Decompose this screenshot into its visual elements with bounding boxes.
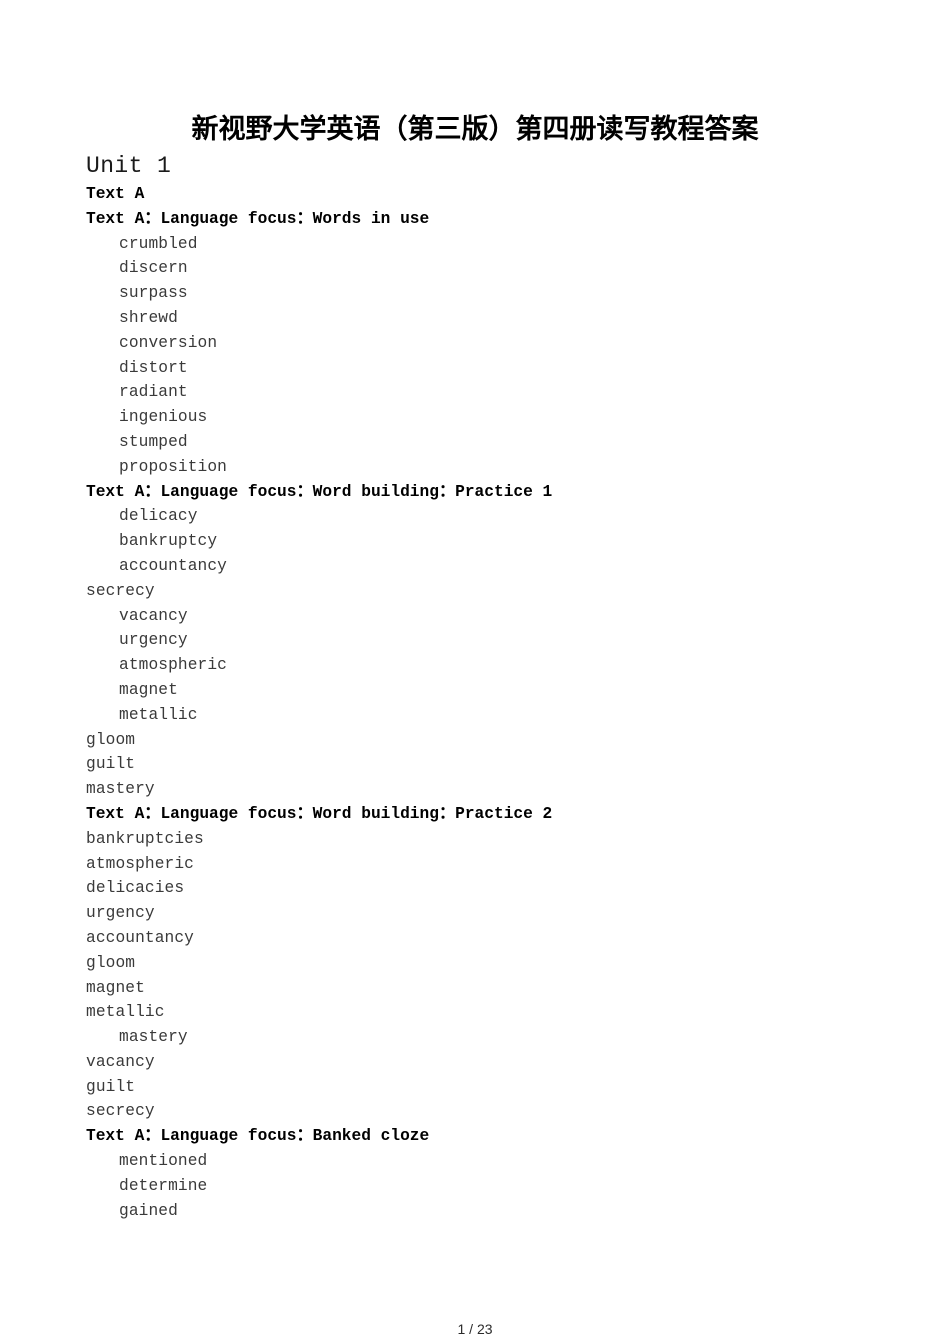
answer-word: ingenious: [119, 408, 208, 427]
answer-word: urgency: [119, 631, 188, 650]
answer-word: gloom: [86, 730, 136, 749]
answer-word: accountancy: [86, 928, 194, 947]
section-heading: Text A：Language focus：Words in use: [86, 209, 430, 228]
answer-word: urgency: [86, 904, 155, 923]
answer-word: bankruptcies: [86, 829, 204, 848]
answer-word: crumbled: [119, 234, 198, 253]
answer-word: secrecy: [86, 581, 155, 600]
answer-word: discern: [119, 259, 188, 278]
answer-word: radiant: [119, 383, 188, 402]
section-heading: Text A: [86, 185, 145, 203]
answer-word: proposition: [119, 457, 227, 476]
section-heading: Text A：Language focus：Word building：Prac…: [86, 804, 553, 823]
section-heading: Text A：Language focus：Banked cloze: [86, 1127, 430, 1146]
document-body: Unit 1 Text A Text A：Language focus：Words …: [86, 152, 906, 1223]
answer-word: gloom: [86, 953, 136, 972]
section-heading: Text A：Language focus：Word building：Prac…: [86, 482, 553, 501]
answer-word: determine: [119, 1176, 208, 1195]
answer-word: atmospheric: [119, 656, 227, 675]
answer-word: guilt: [86, 1077, 136, 1096]
answer-word: shrewd: [119, 308, 178, 327]
answer-word: bankruptcy: [119, 532, 218, 551]
answer-word: magnet: [119, 680, 178, 699]
unit-heading: Unit 1: [86, 153, 172, 179]
answer-word: conversion: [119, 333, 218, 352]
answer-word: gained: [119, 1201, 178, 1220]
answer-word: delicacy: [119, 507, 198, 526]
document-page: 新视野大学英语（第三版）第四册读写教程答案 Unit 1 Text A Text A…: [0, 0, 950, 1343]
answer-word: delicacies: [86, 879, 185, 898]
answer-word: mastery: [86, 780, 155, 799]
answer-word: guilt: [86, 755, 136, 774]
answer-word: vacancy: [86, 1052, 155, 1071]
answer-word: atmospheric: [86, 854, 194, 873]
answer-word: vacancy: [119, 606, 188, 625]
document-title: 新视野大学英语（第三版）第四册读写教程答案: [191, 114, 759, 144]
answer-word: surpass: [119, 284, 188, 303]
answer-word: secrecy: [86, 1102, 155, 1121]
answer-word: distort: [119, 358, 188, 377]
answer-word: metallic: [86, 1003, 165, 1022]
page-number-footer: 1 / 23: [457, 1321, 493, 1337]
answer-word: magnet: [86, 978, 145, 997]
answer-word: stumped: [119, 432, 188, 451]
answer-word: mastery: [119, 1028, 188, 1047]
answer-word: metallic: [119, 705, 198, 724]
answer-word: mentioned: [119, 1152, 208, 1171]
answer-word: accountancy: [119, 556, 227, 575]
